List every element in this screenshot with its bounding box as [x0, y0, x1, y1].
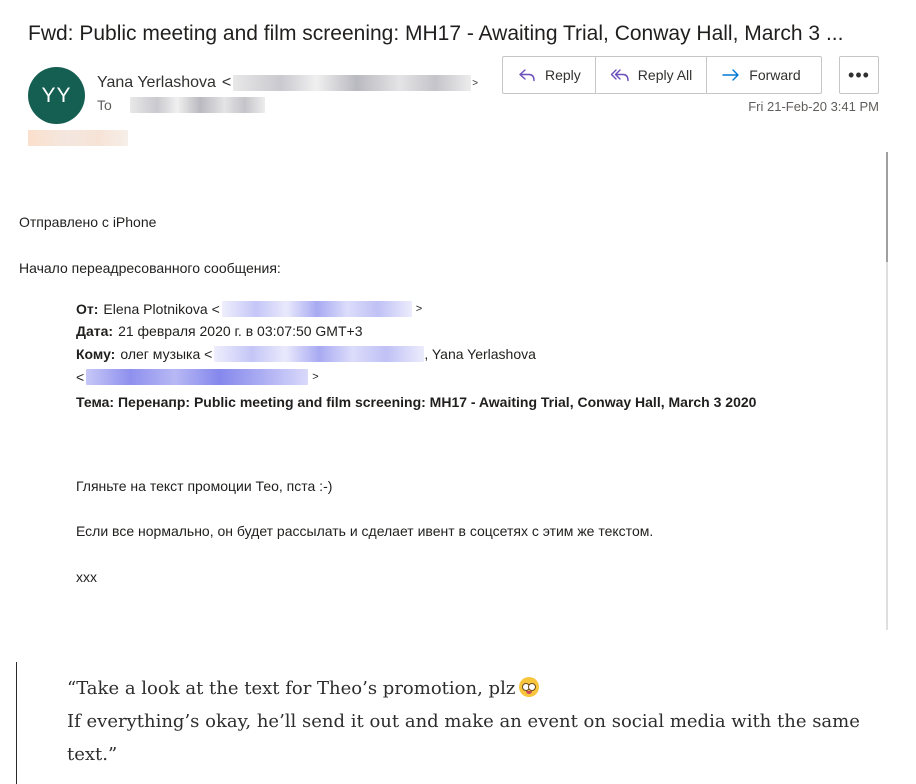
- redacted-tag: [28, 130, 128, 146]
- quote-line-1: “Take a look at the text for Theo’s prom…: [67, 678, 516, 699]
- forwarded-to: Кому: олег музыка < , Yana Yerlashova: [76, 346, 536, 362]
- to-third-open: <: [76, 369, 85, 385]
- redacted-from-email: [221, 301, 412, 317]
- message-line-1: Гляньте на текст промоции Тео, пста :-): [76, 478, 333, 494]
- more-actions-button[interactable]: •••: [839, 56, 879, 94]
- date-label: Дата:: [76, 323, 114, 339]
- subject-value: Перенапр: Public meeting and film screen…: [117, 394, 757, 410]
- scrollbar[interactable]: [886, 152, 888, 630]
- to-value: олег музыка <: [120, 346, 213, 362]
- subject-label-ru: Тема:: [76, 394, 115, 410]
- from-value: Elena Plotnikova <: [103, 301, 220, 317]
- forwarded-date: Дата: 21 февраля 2020 г. в 03:07:50 GMT+…: [76, 323, 362, 339]
- sender-avatar[interactable]: YY: [28, 67, 85, 124]
- recipient-line: To: [97, 97, 265, 113]
- sender-name[interactable]: Yana Yerlashova: [97, 74, 216, 92]
- email-subject: Fwd: Public meeting and film screening: …: [28, 22, 844, 45]
- redacted-recipient: [129, 97, 265, 113]
- reply-all-button[interactable]: Reply All: [596, 57, 708, 93]
- reply-button[interactable]: Reply: [503, 57, 596, 93]
- from-close: >: [415, 303, 423, 315]
- reply-icon: [519, 69, 535, 82]
- smiling-face-emoji-icon: [519, 677, 540, 697]
- reply-all-label: Reply All: [637, 67, 693, 83]
- redacted-to-second-email: [86, 369, 309, 385]
- forward-arrow-icon: [722, 69, 739, 81]
- reply-all-icon: [610, 69, 629, 82]
- reply-label: Reply: [545, 67, 581, 83]
- from-label: От:: [76, 301, 99, 317]
- action-toolbar: Reply Reply All Forward: [502, 56, 822, 94]
- redacted-to-email: [214, 346, 425, 362]
- forward-button[interactable]: Forward: [707, 57, 820, 93]
- forwarded-intro: Начало переадресованного сообщения:: [19, 260, 281, 276]
- quote-line-2: If everything’s okay, he’ll send it out …: [67, 711, 860, 765]
- redacted-sender-email: [233, 75, 472, 91]
- sender-line: Yana Yerlashova < >: [97, 74, 478, 92]
- scrollbar-thumb[interactable]: [886, 152, 888, 262]
- to-third-close: >: [312, 371, 319, 383]
- translation-quote: “Take a look at the text for Theo’s prom…: [67, 672, 867, 771]
- sender-email-close: >: [472, 77, 479, 89]
- to-label: To: [97, 97, 112, 113]
- forwarded-to-continued: < >: [76, 369, 319, 385]
- date-value: 21 февраля 2020 г. в 03:07:50 GMT+3: [118, 323, 363, 339]
- forwarded-from: От: Elena Plotnikova < >: [76, 301, 422, 317]
- forward-label: Forward: [749, 67, 801, 83]
- blockquote-bar: [16, 662, 17, 784]
- to-label-ru: Кому:: [76, 346, 116, 362]
- to-second: , Yana Yerlashova: [424, 346, 536, 362]
- forwarded-subject: Тема: Перенапр: Public meeting and film …: [76, 391, 816, 413]
- sent-from-line: Отправлено с iPhone: [19, 214, 157, 230]
- sender-email-open: <: [221, 74, 232, 91]
- message-signoff: xxx: [76, 569, 97, 585]
- message-line-2: Если все нормально, он будет рассылать и…: [76, 523, 654, 539]
- email-datetime: Fri 21-Feb-20 3:41 PM: [748, 99, 879, 114]
